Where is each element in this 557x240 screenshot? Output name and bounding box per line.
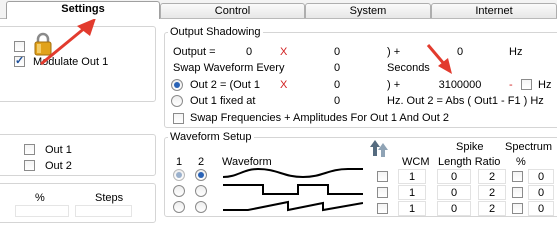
row3-enable-checkbox[interactable] bbox=[377, 203, 388, 214]
row1-spectrum-field[interactable]: 0 bbox=[528, 169, 554, 184]
row3-length-field[interactable]: 0 bbox=[437, 201, 471, 216]
shadow-arrows-icon[interactable] bbox=[369, 139, 390, 158]
col-1-header: 1 bbox=[176, 156, 183, 168]
col-2-header: 2 bbox=[198, 156, 205, 168]
row2-spectrum-checkbox[interactable] bbox=[512, 187, 523, 198]
row2-out1-radio[interactable] bbox=[173, 185, 185, 197]
waveform-setup-legend: Waveform Setup bbox=[168, 131, 254, 143]
wcm-header: WCM bbox=[402, 156, 430, 168]
percent-header: % bbox=[516, 156, 526, 168]
row3-spectrum-checkbox[interactable] bbox=[512, 203, 523, 214]
row3-out1-radio[interactable] bbox=[173, 201, 185, 213]
sine-wave-icon bbox=[223, 167, 363, 179]
row1-spectrum-checkbox[interactable] bbox=[512, 171, 523, 182]
length-ratio-header: Length Ratio bbox=[438, 156, 501, 168]
arrow-to-settings-tab bbox=[40, 25, 87, 66]
row1-out1-radio[interactable] bbox=[173, 169, 185, 181]
row2-ratio-field[interactable]: 2 bbox=[478, 185, 506, 200]
row1-enable-checkbox[interactable] bbox=[377, 171, 388, 182]
spike-header: Spike bbox=[456, 141, 484, 153]
row1-ratio-field[interactable]: 2 bbox=[478, 169, 506, 184]
row2-wcm-field[interactable]: 1 bbox=[398, 185, 426, 200]
row2-out2-radio[interactable] bbox=[195, 185, 207, 197]
row3-out2-radio[interactable] bbox=[195, 201, 207, 213]
spectrum-header: Spectrum bbox=[505, 141, 553, 153]
arrow-to-out2-offset bbox=[426, 44, 447, 66]
sawtooth-wave-icon bbox=[223, 200, 363, 212]
row2-spectrum-field[interactable]: 0 bbox=[528, 185, 554, 200]
row1-out2-radio[interactable] bbox=[195, 169, 207, 181]
row1-wcm-field[interactable]: 1 bbox=[398, 169, 426, 184]
row1-length-field[interactable]: 0 bbox=[437, 169, 471, 184]
row2-enable-checkbox[interactable] bbox=[377, 187, 388, 198]
row3-ratio-field[interactable]: 2 bbox=[478, 201, 506, 216]
row3-wcm-field[interactable]: 1 bbox=[398, 201, 426, 216]
row3-spectrum-field[interactable]: 0 bbox=[528, 201, 554, 216]
row2-length-field[interactable]: 0 bbox=[437, 185, 471, 200]
square-wave-icon bbox=[223, 184, 363, 195]
tab-settings[interactable]: Settings bbox=[6, 1, 160, 19]
